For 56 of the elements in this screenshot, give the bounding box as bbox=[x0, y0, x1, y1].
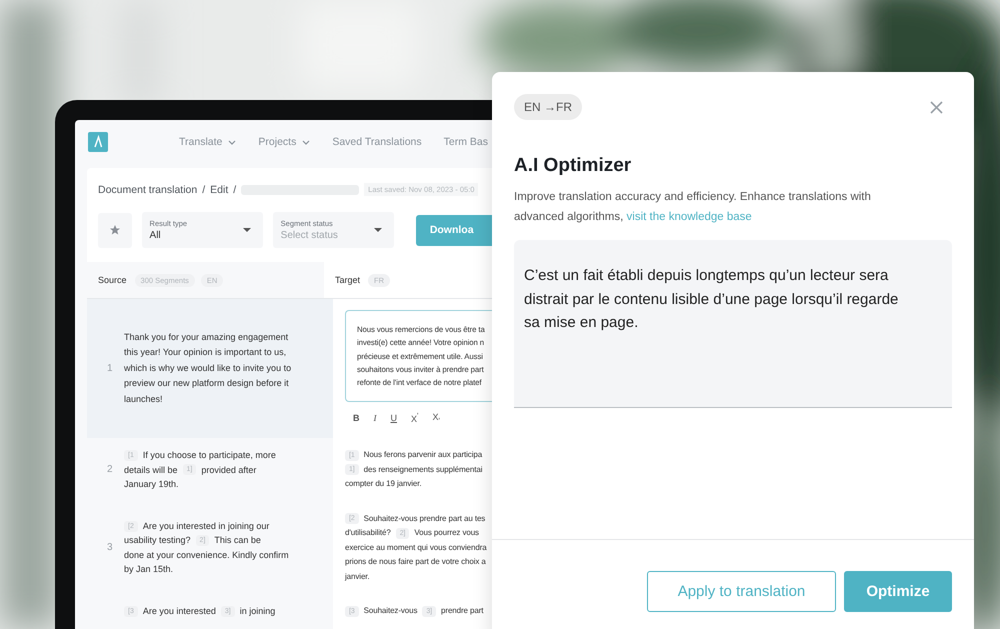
close-icon[interactable] bbox=[930, 100, 943, 114]
format-button[interactable]: B bbox=[351, 411, 362, 424]
segment-text: Nous ferons parvenir aux participa bbox=[364, 449, 482, 461]
segment-text: which is why we would like to invite you to bbox=[124, 362, 292, 375]
segment-text: If you choose to participate, more bbox=[142, 449, 276, 462]
segment-text: Are you interested bbox=[142, 605, 216, 618]
field-placeholder: Select status bbox=[280, 230, 338, 241]
segment-text: Souhaitez-vous bbox=[364, 605, 418, 617]
dialog-description: Improve translation accuracy and efficiency. Enhance translations with advanced algorithms, visit the knowledge base bbox=[514, 190, 872, 225]
format-button[interactable]: X$^{'}$ bbox=[409, 411, 420, 424]
segment-text: des renseignements supplémentai bbox=[364, 464, 482, 476]
segment-text: done at your convenience. Kindly confirm bbox=[124, 548, 289, 562]
column-header: Source bbox=[98, 275, 127, 285]
caret-icon bbox=[374, 228, 382, 232]
segment-number: 2 bbox=[107, 464, 114, 476]
breadcrumb-separator: / bbox=[202, 184, 206, 196]
breadcrumb-separator: / bbox=[233, 184, 236, 196]
segment-text: Are you interested in joining our bbox=[142, 520, 270, 533]
star-icon bbox=[108, 224, 121, 236]
segment-text: prions de nous faire part de votre choix a bbox=[345, 556, 486, 568]
segment-text: compter du 19 janvier. bbox=[345, 478, 422, 490]
segment-text: usability testing? bbox=[124, 534, 191, 548]
segment-text: provided after bbox=[201, 464, 256, 477]
breadcrumb-link[interactable]: Edit bbox=[210, 184, 228, 196]
segment-text: Souhaitez-vous prendre part au tes bbox=[364, 512, 486, 525]
format-button[interactable]: U bbox=[388, 411, 399, 424]
segment-text: d'utilisabilité? bbox=[345, 527, 391, 539]
segment-text: Vous pourrez vous bbox=[414, 527, 479, 539]
segment-number: 1 bbox=[107, 363, 114, 374]
text-field[interactable]: C’est un fait établi depuis longtemps qu’un lecteur sera distrait par le contenu lisible d’une page lorsqu’il regarde sa mise en page. bbox=[514, 240, 952, 408]
segment-text: this year! Your opinion is important to us, bbox=[124, 346, 286, 360]
chevron-icon bbox=[302, 140, 310, 144]
breadcrumb-link[interactable]: Document translation bbox=[98, 184, 198, 196]
segment-text: prendre part bbox=[441, 605, 484, 617]
chevron-icon bbox=[228, 140, 236, 144]
caret-icon bbox=[242, 228, 251, 232]
segment-text: details will be bbox=[124, 464, 178, 476]
column-header: Target bbox=[335, 275, 360, 285]
field-value: All bbox=[150, 230, 162, 241]
segment-number: 3 bbox=[107, 542, 114, 554]
language-pair-chip: EN →FR bbox=[514, 94, 582, 120]
logo-icon bbox=[88, 132, 108, 152]
segment-text: January 19th. bbox=[124, 478, 179, 491]
format-button[interactable]: I bbox=[372, 411, 378, 424]
segment-text: This can be bbox=[214, 534, 261, 548]
segment-text: exercice au moment qui vous conviendra bbox=[345, 542, 487, 554]
segment-text: in joining bbox=[240, 605, 276, 618]
star-button[interactable] bbox=[98, 212, 132, 248]
segment-text: by Jan 15th. bbox=[124, 563, 174, 576]
format-button[interactable]: X$_{'}$ bbox=[430, 411, 442, 424]
segment-text: launches! bbox=[124, 392, 163, 406]
segment-row[interactable] bbox=[87, 299, 492, 438]
segment-text: janvier. bbox=[345, 570, 370, 583]
segment-text: Thank you for your amazing engagement bbox=[124, 330, 288, 344]
dialog-title: A.I Optimizer bbox=[514, 155, 632, 177]
segment-text: preview our new platform design before it bbox=[124, 377, 289, 390]
